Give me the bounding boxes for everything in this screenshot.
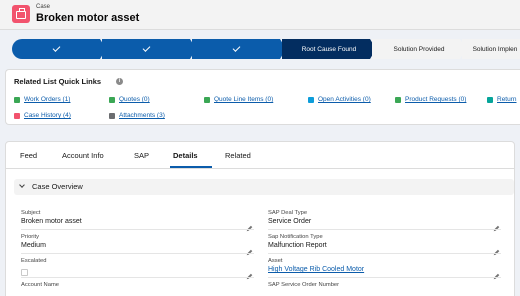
field-divider [21,253,254,254]
field-value: Broken motor asset [21,218,82,225]
case-history-icon [14,113,20,119]
record-header: Case Broken motor asset [0,0,520,30]
tab-sap[interactable]: SAP [134,151,149,160]
quick-link-7[interactable]: Case History (4) [24,112,71,119]
case-icon [12,5,30,23]
field-value: Medium [21,242,46,249]
chevron-down-icon [19,182,25,188]
tab-account-info[interactable]: Account Info [62,151,104,160]
product-request-icon [395,97,401,103]
edit-pencil-icon[interactable] [493,243,500,256]
path-stage-label: Solution Provided [393,45,445,53]
field-divider [21,277,254,278]
escalated-checkbox[interactable] [21,269,28,276]
activity-icon [308,97,314,103]
check-icon [52,44,60,52]
sales-path: Root Cause Found Solution Provided Solutio… [12,39,520,59]
quick-link-8[interactable]: Attachments (3) [119,112,165,119]
work-order-icon [14,97,20,103]
tab-details[interactable]: Details [173,151,198,160]
details-card: Feed Account Info SAP Details Related Ca… [5,141,515,296]
section-title: Case Overview [32,182,83,191]
object-type-label: Case [36,4,51,10]
field-label: Escalated [21,258,47,264]
tab-related[interactable]: Related [225,151,251,160]
section-header-case-overview[interactable]: Case Overview [14,179,514,195]
edit-pencil-icon[interactable] [246,243,253,256]
path-stage-label: Solution Implen [472,45,518,53]
field-divider [268,277,501,278]
quick-link-3[interactable]: Quote Line Items (0) [214,96,273,103]
attachment-icon [109,113,115,119]
field-label: Subject [21,210,41,216]
field-divider [268,253,501,254]
edit-pencil-icon[interactable] [493,219,500,232]
path-stage-4[interactable]: Root Cause Found [282,39,370,59]
quick-link-1[interactable]: Work Orders (1) [24,96,70,103]
path-stage-3[interactable] [192,39,280,59]
info-icon[interactable]: i [116,78,123,85]
related-list-quick-links: Related List Quick Links i Work Orders (… [5,69,520,125]
quote-icon [109,97,115,103]
edit-pencil-icon[interactable] [493,267,500,280]
check-icon [232,44,240,52]
edit-pencil-icon[interactable] [246,219,253,232]
active-tab-indicator [170,166,212,168]
field-label: Sap Notification Type [268,234,323,240]
path-stage-6[interactable]: Solution Implen [462,39,520,59]
field-label: Priority [21,234,40,240]
field-label: SAP Service Order Number [268,282,340,288]
field-value[interactable]: High Voltage Rib Cooled Motor [268,266,364,273]
field-divider [21,229,254,230]
edit-pencil-icon[interactable] [246,267,253,280]
quote-line-icon [204,97,210,103]
path-stage-2[interactable] [102,39,190,59]
quick-links-title: Related List Quick Links [14,77,102,86]
path-stage-label: Root Cause Found [301,45,357,53]
field-label: Asset [268,258,283,264]
field-label: Account Name [21,282,60,288]
field-value: Malfunction Report [268,242,327,249]
quick-link-2[interactable]: Quotes (0) [119,96,150,103]
field-value: Service Order [268,218,312,225]
tab-feed[interactable]: Feed [20,151,37,160]
return-icon [487,97,493,103]
record-title: Broken motor asset [36,12,140,24]
record-tabs: Feed Account Info SAP Details Related [6,142,514,169]
check-icon [142,44,150,52]
quick-link-5[interactable]: Product Requests (0) [405,96,466,103]
path-stage-5[interactable]: Solution Provided [372,39,460,59]
field-divider [268,229,501,230]
path-stage-1[interactable] [12,39,100,59]
quick-link-6[interactable]: Return [497,96,517,103]
quick-link-4[interactable]: Open Activities (0) [318,96,371,103]
field-label: SAP Deal Type [268,210,308,216]
